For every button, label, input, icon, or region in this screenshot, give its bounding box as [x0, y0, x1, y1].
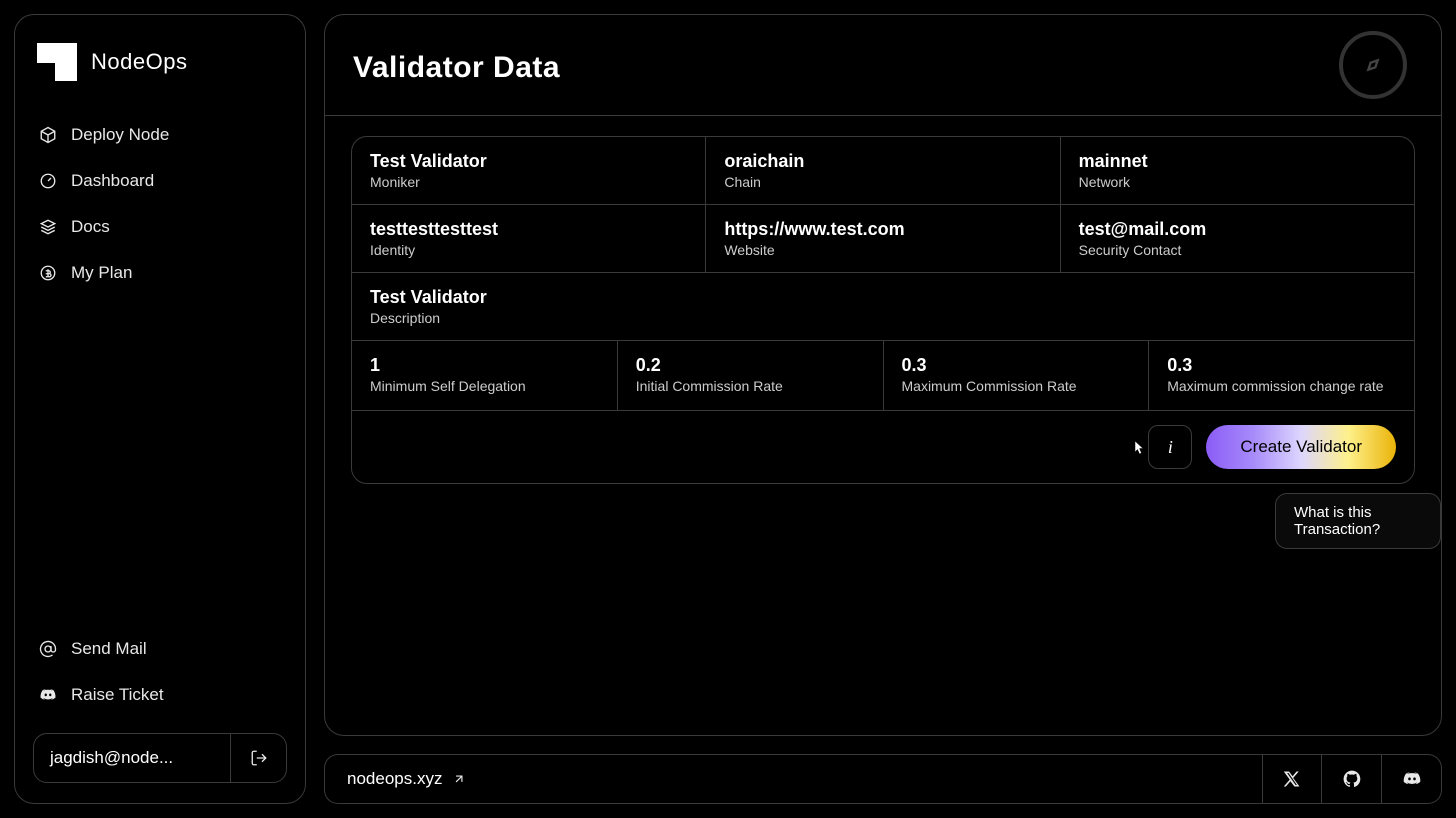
nav-primary: Deploy Node Dashboard Docs My Plan: [33, 113, 287, 295]
layers-icon: [39, 218, 57, 236]
field-label: Chain: [724, 174, 1041, 190]
data-row: testtesttesttest Identity https://www.te…: [352, 205, 1414, 273]
compass-icon[interactable]: [1339, 31, 1407, 99]
field-label: Maximum commission change rate: [1167, 378, 1396, 394]
logout-icon: [250, 749, 268, 767]
sidebar-item-my-plan[interactable]: My Plan: [33, 251, 287, 295]
field-identity: testtesttesttest Identity: [352, 205, 706, 272]
field-value: 0.2: [636, 355, 865, 376]
sidebar-item-send-mail[interactable]: Send Mail: [33, 627, 287, 671]
field-label: Network: [1079, 174, 1396, 190]
discord-icon: [39, 686, 57, 704]
sidebar-item-label: Send Mail: [71, 639, 147, 659]
field-label: Initial Commission Rate: [636, 378, 865, 394]
field-value: Test Validator: [370, 151, 687, 172]
field-website: https://www.test.com Website: [706, 205, 1060, 272]
sidebar-item-label: Raise Ticket: [71, 685, 164, 705]
field-max-commission-change: 0.3 Maximum commission change rate: [1149, 341, 1414, 410]
discord-icon: [1402, 769, 1422, 789]
field-label: Description: [370, 310, 1396, 326]
create-validator-button[interactable]: Create Validator: [1206, 425, 1396, 469]
sidebar-item-label: My Plan: [71, 263, 132, 283]
field-value: oraichain: [724, 151, 1041, 172]
field-label: Moniker: [370, 174, 687, 190]
x-icon: [1283, 770, 1301, 788]
sidebar-item-raise-ticket[interactable]: Raise Ticket: [33, 673, 287, 717]
data-row: Test Validator Moniker oraichain Chain m…: [352, 137, 1414, 205]
user-box: jagdish@node...: [33, 733, 287, 783]
main: Validator Data Test Validator Moniker or…: [324, 14, 1442, 804]
at-icon: [39, 640, 57, 658]
discord-link[interactable]: [1382, 754, 1442, 804]
sidebar-item-docs[interactable]: Docs: [33, 205, 287, 249]
field-label: Minimum Self Delegation: [370, 378, 599, 394]
field-value: 0.3: [902, 355, 1131, 376]
field-network: mainnet Network: [1061, 137, 1414, 204]
gauge-icon: [39, 172, 57, 190]
github-link[interactable]: [1322, 754, 1382, 804]
field-security-contact: test@mail.com Security Contact: [1061, 205, 1414, 272]
github-icon: [1342, 769, 1362, 789]
brand-name: NodeOps: [91, 49, 187, 75]
info-button[interactable]: i: [1148, 425, 1192, 469]
data-row: 1 Minimum Self Delegation 0.2 Initial Co…: [352, 341, 1414, 411]
cube-icon: [39, 126, 57, 144]
logout-button[interactable]: [230, 734, 286, 782]
brand-logo[interactable]: NodeOps: [33, 35, 287, 105]
validator-data-panel: Test Validator Moniker oraichain Chain m…: [351, 136, 1415, 484]
field-value: 1: [370, 355, 599, 376]
field-value: test@mail.com: [1079, 219, 1396, 240]
external-link-icon: [452, 772, 466, 786]
coin-icon: [39, 264, 57, 282]
nav-secondary: Send Mail Raise Ticket: [33, 627, 287, 717]
logo-mark: [37, 43, 77, 81]
sidebar: NodeOps Deploy Node Dashboard Docs My P: [14, 14, 306, 804]
info-tooltip: What is this Transaction?: [1275, 493, 1441, 549]
field-value: mainnet: [1079, 151, 1396, 172]
footer-bar: nodeops.xyz: [324, 754, 1442, 804]
field-value: 0.3: [1167, 355, 1396, 376]
sidebar-item-label: Dashboard: [71, 171, 154, 191]
field-label: Website: [724, 242, 1041, 258]
field-value: Test Validator: [370, 287, 1396, 308]
url-link[interactable]: nodeops.xyz: [324, 754, 1262, 804]
x-link[interactable]: [1262, 754, 1322, 804]
field-label: Identity: [370, 242, 687, 258]
field-value: https://www.test.com: [724, 219, 1041, 240]
content-card: Validator Data Test Validator Moniker or…: [324, 14, 1442, 736]
field-chain: oraichain Chain: [706, 137, 1060, 204]
field-initial-commission: 0.2 Initial Commission Rate: [618, 341, 884, 410]
url-text: nodeops.xyz: [347, 769, 442, 789]
sidebar-item-deploy-node[interactable]: Deploy Node: [33, 113, 287, 157]
field-min-self-delegation: 1 Minimum Self Delegation: [352, 341, 618, 410]
page-title: Validator Data: [353, 51, 560, 85]
action-row: i Create Validator: [352, 411, 1414, 483]
field-label: Maximum Commission Rate: [902, 378, 1131, 394]
field-label: Security Contact: [1079, 242, 1396, 258]
social-links: [1262, 754, 1442, 804]
card-header: Validator Data: [325, 15, 1441, 116]
sidebar-item-label: Deploy Node: [71, 125, 169, 145]
field-moniker: Test Validator Moniker: [352, 137, 706, 204]
user-email: jagdish@node...: [34, 734, 230, 782]
field-value: testtesttesttest: [370, 219, 687, 240]
field-description: Test Validator Description: [352, 273, 1414, 341]
sidebar-item-dashboard[interactable]: Dashboard: [33, 159, 287, 203]
field-max-commission: 0.3 Maximum Commission Rate: [884, 341, 1150, 410]
sidebar-item-label: Docs: [71, 217, 110, 237]
